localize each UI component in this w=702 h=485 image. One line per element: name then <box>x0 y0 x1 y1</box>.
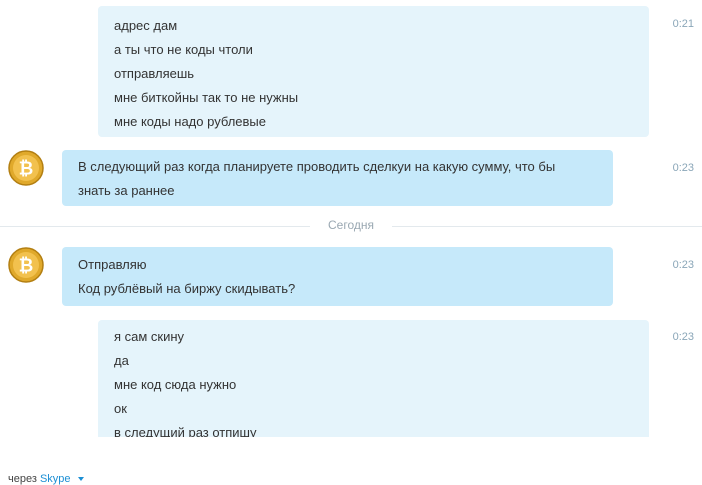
message-bubble-incoming[interactable]: В следующий раз когда планируете проводи… <box>62 150 613 206</box>
message-line: отправляешь <box>114 66 195 81</box>
message-line: я сам скину <box>114 329 185 344</box>
skype-link[interactable]: Skype <box>40 473 71 485</box>
message-line: Код рублёвый на биржу скидывать? <box>78 281 296 296</box>
message-bubble-incoming[interactable]: Отправляю Код рублёвый на биржу скидыват… <box>62 247 613 306</box>
message-timestamp: 0:23 <box>672 162 694 174</box>
message-timestamp: 0:21 <box>672 18 694 30</box>
message-line: в следущий раз отпишу <box>114 425 257 437</box>
message-bubble-outgoing[interactable]: адрес дам а ты что не коды чтоли отправл… <box>98 6 649 137</box>
message-line: В следующий раз когда планируете проводи… <box>78 159 556 174</box>
message-timestamp: 0:23 <box>672 259 694 271</box>
via-skype-footer: через Skype <box>8 473 84 485</box>
message-line: мне код сюда нужно <box>114 377 237 392</box>
bitcoin-avatar-icon[interactable]: ₿ <box>8 247 44 283</box>
divider-line-right <box>392 226 702 227</box>
bitcoin-avatar-icon[interactable]: ₿ <box>8 150 44 186</box>
svg-text:₿: ₿ <box>19 159 34 180</box>
message-bubble-outgoing[interactable]: я сам скину да мне код сюда нужно ок в с… <box>98 320 649 437</box>
message-line: адрес дам <box>114 18 178 33</box>
message-line: а ты что не коды чтоли <box>114 42 253 57</box>
message-line: знать за раннее <box>78 183 175 198</box>
message-line: Отправляю <box>78 257 147 272</box>
message-line: мне коды надо рублевые <box>114 114 267 129</box>
footer-prefix: через <box>8 473 37 485</box>
svg-text:₿: ₿ <box>19 256 34 277</box>
divider-line-left <box>0 226 310 227</box>
message-line: да <box>114 353 129 368</box>
message-line: мне биткойны так то не нужны <box>114 90 299 105</box>
chevron-down-icon[interactable] <box>77 477 84 482</box>
date-divider-label: Сегодня <box>312 218 390 232</box>
message-timestamp: 0:23 <box>672 331 694 343</box>
message-line: ок <box>114 401 127 416</box>
